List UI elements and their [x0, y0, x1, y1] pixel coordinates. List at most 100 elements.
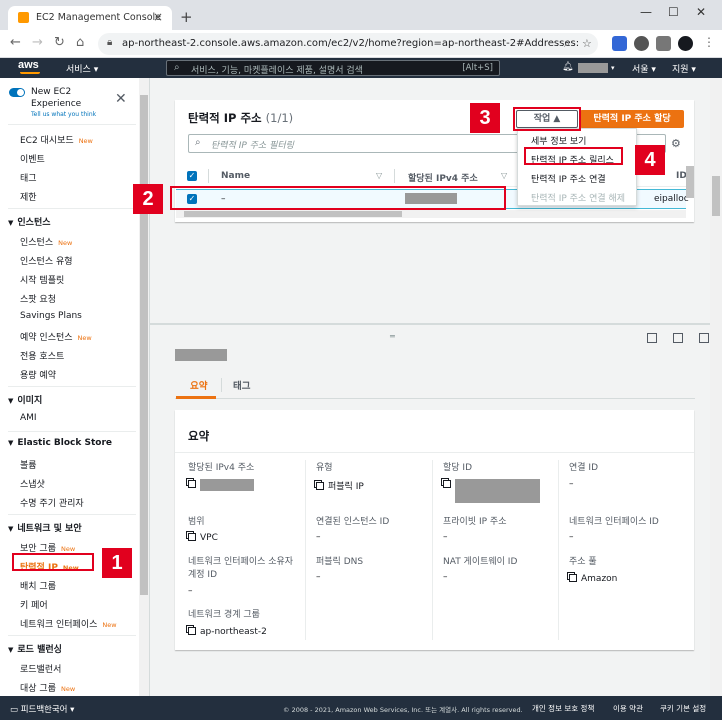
sort-icon[interactable]: ▽: [376, 171, 382, 180]
home-icon[interactable]: ⌂: [76, 35, 84, 50]
sidebar-section-instances[interactable]: ▼ 인스턴스: [8, 215, 51, 228]
sidebar-item-ami[interactable]: AMI: [20, 413, 37, 423]
account-name-redacted[interactable]: [578, 63, 608, 73]
pane-bottom-icon[interactable]: [647, 333, 657, 343]
feedback-link[interactable]: Tell us what you think: [31, 111, 96, 118]
column-header-name[interactable]: Name: [221, 171, 250, 181]
tab-summary[interactable]: 요약: [190, 378, 207, 392]
menu-item-view-details[interactable]: 세부 정보 보기: [531, 134, 586, 147]
copy-icon[interactable]: [569, 574, 577, 582]
sidebar-divider: [8, 514, 136, 515]
row-allocation-id: eipalloc: [654, 194, 689, 204]
sidebar-item-network-interfaces[interactable]: 네트워크 인터페이스 New: [20, 617, 117, 630]
aws-logo[interactable]: aws: [18, 59, 39, 71]
copy-icon[interactable]: [188, 533, 196, 541]
zoom-icon[interactable]: ⌕: [564, 37, 570, 51]
sidebar-item-key-pairs[interactable]: 키 페어: [20, 598, 48, 611]
forward-icon[interactable]: →: [32, 35, 43, 50]
close-tab-icon[interactable]: ×: [153, 10, 163, 24]
allocate-elastic-ip-button[interactable]: 탄력적 IP 주소 할당: [580, 110, 684, 128]
extension-icon[interactable]: [634, 36, 649, 51]
menu-kebab-icon[interactable]: ⋮: [703, 35, 715, 49]
bell-icon[interactable]: 🔔︎: [562, 62, 573, 72]
sidebar-item-instances[interactable]: 인스턴스 New: [20, 235, 72, 248]
new-tab-icon[interactable]: +: [180, 8, 193, 26]
search-input[interactable]: ⌕ 서비스, 기능, 마켓플레이스 제품, 설명서 검색 [Alt+S]: [166, 60, 500, 76]
sidebar-item-limits[interactable]: 제한: [20, 190, 37, 203]
sidebar-item-placement-groups[interactable]: 배치 그룹: [20, 579, 56, 592]
sidebar-section-load-balancing[interactable]: ▼ 로드 밸런싱: [8, 642, 62, 655]
language-selector[interactable]: 한국어 ▾: [44, 703, 74, 715]
sidebar-divider: [8, 124, 136, 125]
sidebar-item-snapshots[interactable]: 스냅샷: [20, 477, 45, 490]
sidebar-scrollbar-thumb[interactable]: [140, 95, 148, 595]
sidebar-item-volumes[interactable]: 볼륨: [20, 458, 37, 471]
new-ec2-toggle[interactable]: [9, 88, 25, 97]
gear-icon[interactable]: ⚙: [671, 137, 681, 150]
extension-icon[interactable]: [612, 36, 627, 51]
minimize-icon[interactable]: —: [640, 5, 652, 19]
tab-tags[interactable]: 태그: [233, 378, 250, 392]
terms-link[interactable]: 이용 약관: [613, 703, 643, 714]
sidebar-item-instance-types[interactable]: 인스턴스 유형: [20, 254, 73, 267]
copy-icon[interactable]: [188, 627, 196, 635]
services-menu[interactable]: 서비스 ▾: [66, 62, 98, 75]
sidebar-item-events[interactable]: 이벤트: [20, 152, 45, 165]
maximize-icon[interactable]: ☐: [668, 5, 679, 19]
sidebar-item-capacity-reservations[interactable]: 용량 예약: [20, 368, 56, 381]
footer: ▭ 피드백 한국어 ▾ © 2008 - 2021, Amazon Web Se…: [0, 696, 722, 720]
field-label-eni-owner: 네트워크 인터페이스 소유자 계정 ID: [188, 557, 294, 580]
url-text: ap-northeast-2.console.aws.amazon.com/ec…: [122, 38, 580, 49]
profile-avatar[interactable]: [678, 36, 693, 51]
sidebar-section-ebs[interactable]: ▼ Elastic Block Store: [8, 438, 112, 448]
sidebar-item-load-balancers[interactable]: 로드밸런서: [20, 662, 61, 675]
close-window-icon[interactable]: ✕: [696, 5, 706, 19]
browser-toolbar: ← → ↻ ⌂ 🔒︎ ap-northeast-2.console.aws.am…: [0, 30, 722, 58]
sidebar-item-launch-templates[interactable]: 시작 템플릿: [20, 273, 64, 286]
sort-icon[interactable]: ▽: [501, 171, 507, 180]
support-menu[interactable]: 지원 ▾: [672, 62, 696, 75]
copy-icon[interactable]: [443, 480, 451, 488]
sidebar-item-reserved-instances[interactable]: 예약 인스턴스 New: [20, 330, 92, 343]
sidebar-section-network-security[interactable]: ▼ 네트워크 및 보안: [8, 521, 82, 534]
annotation-badge-4: 4: [635, 145, 665, 175]
caret-down-icon: ▼: [8, 219, 14, 227]
sidebar-item-lifecycle-manager[interactable]: 수명 주기 관리자: [20, 496, 84, 509]
sidebar-divider: [8, 208, 136, 209]
split-pane-divider[interactable]: [150, 323, 710, 325]
sidebar-item-target-groups[interactable]: 대상 그룹 New: [20, 681, 75, 694]
drag-handle-icon[interactable]: ═: [390, 332, 395, 341]
sidebar-section-images[interactable]: ▼ 이미지: [8, 393, 42, 406]
sidebar-item-savings-plans[interactable]: Savings Plans: [20, 311, 82, 321]
main-scrollbar[interactable]: [710, 78, 722, 696]
close-icon[interactable]: ✕: [115, 91, 127, 107]
bookmark-star-icon[interactable]: ☆: [582, 37, 592, 50]
field-label-allocation-id: 할당 ID: [443, 463, 473, 473]
column-header-ipv4[interactable]: 할당된 IPv4 주소: [408, 171, 478, 184]
browser-tab[interactable]: EC2 Management Console ×: [8, 6, 172, 30]
address-bar[interactable]: 🔒︎ ap-northeast-2.console.aws.amazon.com…: [98, 33, 598, 55]
field-value-instance-id: –: [316, 532, 321, 542]
field-value-border-group: ap-northeast-2: [188, 626, 267, 637]
main-scrollbar-thumb[interactable]: [712, 176, 720, 216]
pane-side-icon[interactable]: [699, 333, 709, 343]
sidebar-item-dashboard[interactable]: EC2 대시보드 New: [20, 133, 93, 146]
cookie-settings-link[interactable]: 쿠키 기본 설정: [660, 703, 706, 714]
region-menu[interactable]: 서울 ▾: [632, 62, 656, 75]
sidebar-item-dedicated-hosts[interactable]: 전용 호스트: [20, 349, 64, 362]
sidebar-item-spot-requests[interactable]: 스팟 요청: [20, 292, 56, 305]
feedback-link[interactable]: ▭ 피드백: [10, 703, 44, 715]
pane-split-icon[interactable]: [673, 333, 683, 343]
sidebar-item-tags[interactable]: 태그: [20, 171, 37, 184]
aws-smile-icon: [20, 72, 40, 74]
copy-icon[interactable]: [316, 482, 324, 490]
puzzle-icon[interactable]: [656, 36, 671, 51]
reload-icon[interactable]: ↻: [54, 35, 65, 50]
table-scrollbar-thumb[interactable]: [184, 211, 402, 217]
menu-item-associate-eip[interactable]: 탄력적 IP 주소 연결: [531, 172, 606, 185]
select-all-checkbox[interactable]: ✓: [187, 171, 197, 181]
table-vertical-scrollbar[interactable]: [686, 166, 694, 198]
copy-icon[interactable]: [188, 480, 196, 488]
back-icon[interactable]: ←: [10, 35, 21, 50]
privacy-link[interactable]: 개인 정보 보호 정책: [532, 703, 594, 714]
